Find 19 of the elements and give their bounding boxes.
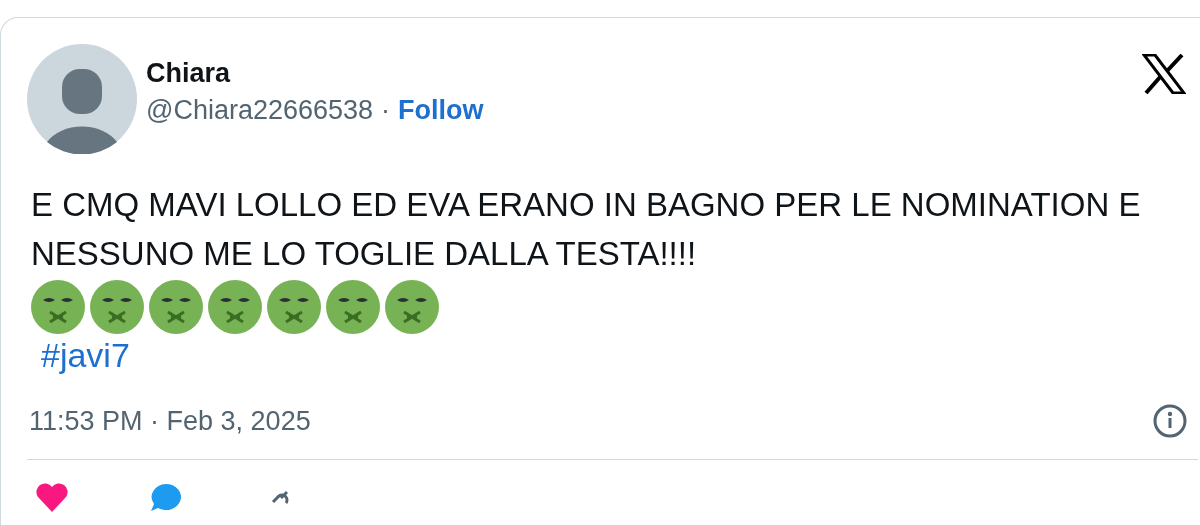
author-handle[interactable]: @Chiara22666538 (146, 95, 374, 126)
nauseated-face-icon (90, 280, 144, 334)
nauseated-face-icon (385, 280, 439, 334)
follow-link[interactable]: Follow (398, 95, 484, 126)
nauseated-face-icon (31, 280, 85, 334)
post-timestamp[interactable]: 11:53 PM · Feb 3, 2025 (29, 405, 311, 437)
hashtag-link[interactable]: #javi7 (41, 336, 130, 375)
separator: · (381, 95, 391, 126)
nauseated-face-icon (326, 280, 380, 334)
post-text: E CMQ MAVI LOLLO ED EVA ERANO IN BAGNO PER LE NOMINATION E NESSUNO ME LO TOGLIE DALLA TESTA!!!! (30, 185, 1142, 274)
avatar-icon[interactable] (27, 44, 137, 154)
speech-bubble-icon[interactable] (149, 482, 183, 512)
info-icon[interactable] (1152, 403, 1188, 439)
x-logo-icon[interactable] (1142, 54, 1186, 94)
nauseated-face-icon (208, 280, 262, 334)
author-name[interactable]: Chiara (146, 58, 484, 89)
heart-icon[interactable] (35, 482, 69, 512)
nauseated-face-icon (149, 280, 203, 334)
nauseated-face-icon (267, 280, 321, 334)
